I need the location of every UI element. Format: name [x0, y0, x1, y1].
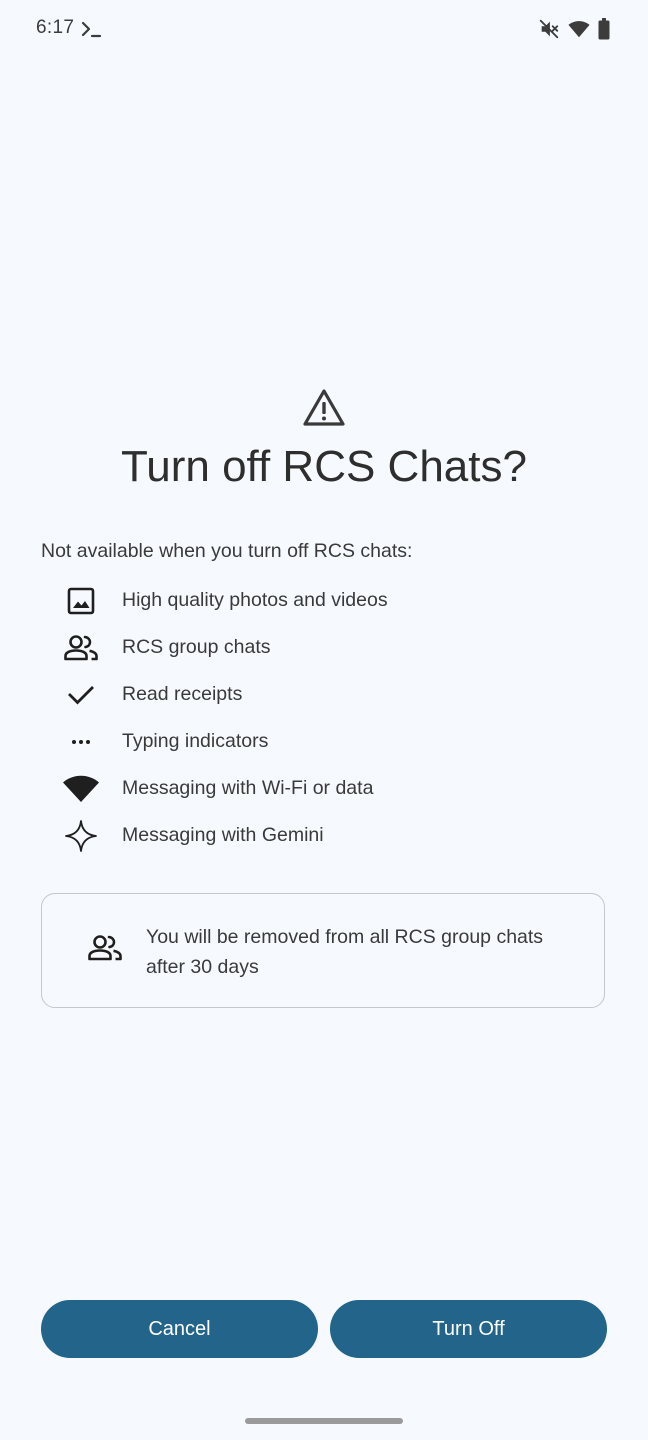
info-text: You will be removed from all RCS group c… [146, 926, 544, 978]
info-card: You will be removed from all RCS group c… [41, 893, 605, 1008]
feature-label: Typing indicators [122, 730, 269, 752]
feature-label: Read receipts [122, 683, 243, 705]
cancel-button[interactable]: Cancel [41, 1300, 318, 1358]
turn-off-button[interactable]: Turn Off [330, 1300, 607, 1358]
wifi-icon [60, 771, 102, 807]
mute-icon [538, 18, 560, 40]
list-item: Read receipts [0, 671, 648, 718]
feature-list: High quality photos and videos RCS group… [0, 577, 648, 859]
check-icon [60, 677, 102, 713]
list-item: Messaging with Gemini [0, 812, 648, 859]
list-item: Typing indicators [0, 718, 648, 765]
wifi-icon [568, 19, 590, 39]
sparkle-icon [60, 818, 102, 854]
page-title: Turn off RCS Chats? [121, 442, 527, 491]
status-time: 6:17 [36, 17, 75, 38]
list-item: Messaging with Wi-Fi or data [0, 765, 648, 812]
feature-label: Messaging with Gemini [122, 824, 324, 846]
image-icon [60, 583, 102, 619]
more-horiz-icon [60, 724, 102, 760]
feature-label: High quality photos and videos [122, 589, 388, 611]
warning-icon [301, 386, 347, 430]
status-icons [538, 18, 610, 40]
list-item: RCS group chats [0, 624, 648, 671]
feature-label: RCS group chats [122, 636, 271, 658]
group-icon [87, 934, 123, 968]
feature-label: Messaging with Wi-Fi or data [122, 777, 374, 799]
home-indicator[interactable] [245, 1418, 403, 1424]
status-bar: 6:17 [0, 0, 648, 60]
battery-icon [598, 18, 610, 40]
list-item: High quality photos and videos [0, 577, 648, 624]
group-icon [60, 630, 102, 666]
subtitle: Not available when you turn off RCS chat… [41, 540, 413, 562]
terminal-icon [80, 19, 102, 39]
